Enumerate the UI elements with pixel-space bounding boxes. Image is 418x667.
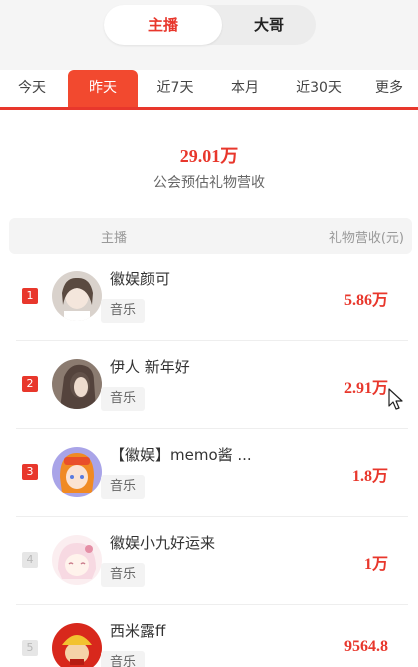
anchor-name: 徽娱小九好运来: [110, 534, 216, 552]
ranking-row[interactable]: 1 徽娱颜可 音乐 5.86万: [0, 253, 418, 341]
gift-revenue-amount: 2.91万: [343, 380, 388, 397]
avatar[interactable]: [52, 535, 102, 585]
category-tag: 音乐: [101, 563, 146, 587]
segment-anchor[interactable]: 主播: [104, 5, 222, 45]
guild-revenue-value: 29.01万: [179, 146, 239, 166]
tab-more[interactable]: 更多: [360, 70, 418, 107]
anchor-name: 西米露ff: [110, 622, 166, 640]
ranking-row[interactable]: 3 【徽娱】memo酱 ... 音乐 1.8万: [0, 429, 418, 517]
gift-revenue-amount: 9564.8: [344, 638, 388, 655]
column-gift-revenue: 礼物营收(元): [328, 231, 404, 246]
avatar[interactable]: [52, 359, 102, 409]
avatar[interactable]: [52, 271, 102, 321]
category-tag: 音乐: [101, 475, 146, 499]
gift-revenue-amount: 1万: [363, 556, 388, 573]
column-anchor: 主播: [101, 231, 128, 246]
gift-revenue-amount: 1.8万: [351, 468, 388, 485]
anchor-name: 【徽娱】memo酱 ...: [110, 446, 252, 464]
ranking-row[interactable]: 4 徽娱小九好运来 音乐 1万: [0, 517, 418, 605]
avatar[interactable]: [52, 447, 102, 497]
tab-7-days[interactable]: 近7天: [142, 70, 208, 107]
segment-boss[interactable]: 大哥: [222, 5, 316, 45]
category-tag: 音乐: [101, 387, 146, 411]
rank-badge: 5: [22, 640, 38, 656]
tab-30-days[interactable]: 近30天: [282, 70, 356, 107]
category-tag: 音乐: [101, 299, 146, 323]
top-area: 主播 大哥: [0, 0, 418, 70]
role-segmented-control: 主播 大哥: [104, 5, 316, 45]
anchor-name: 徽娱颜可: [110, 270, 171, 288]
gift-revenue-amount: 5.86万: [343, 292, 388, 309]
rank-badge: 2: [22, 376, 38, 392]
ranking-table-header: 主播 礼物营收(元): [9, 218, 412, 254]
mouse-cursor-icon: [388, 388, 403, 410]
avatar[interactable]: [52, 623, 102, 667]
period-tabs: 今天 昨天 近7天 本月 近30天 更多: [0, 70, 418, 110]
rank-badge: 4: [22, 552, 38, 568]
tab-today[interactable]: 今天: [0, 70, 64, 107]
ranking-row[interactable]: 5 西米露ff 音乐 9564.8: [0, 605, 418, 667]
tab-yesterday[interactable]: 昨天: [68, 70, 138, 107]
rank-badge: 3: [22, 464, 38, 480]
rank-badge: 1: [22, 288, 38, 304]
guild-revenue-label: 公会预估礼物营收: [153, 175, 265, 191]
category-tag: 音乐: [101, 651, 146, 667]
anchor-name: 伊人 新年好: [110, 358, 190, 376]
ranking-row[interactable]: 2 伊人 新年好 音乐 2.91万: [0, 341, 418, 429]
tab-this-month[interactable]: 本月: [212, 70, 278, 107]
